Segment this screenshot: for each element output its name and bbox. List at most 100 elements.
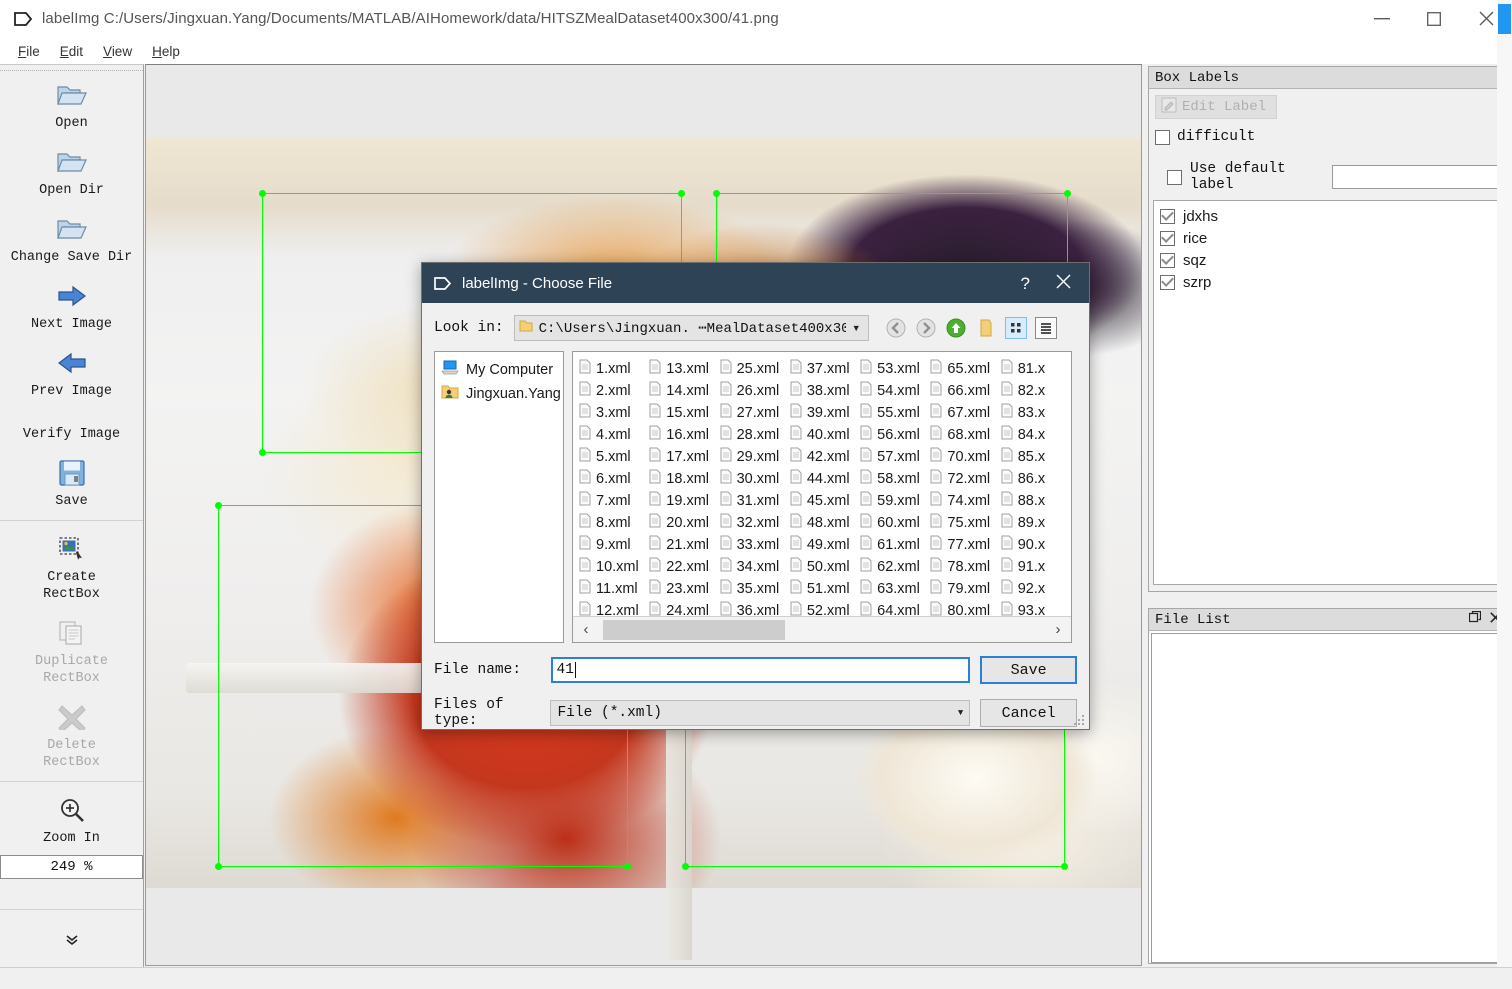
list-item[interactable]: 29.xml (720, 446, 790, 468)
bbox-handle-br[interactable] (1061, 863, 1068, 870)
up-arrow-icon[interactable] (945, 317, 967, 339)
list-item[interactable]: 4.xml (579, 424, 649, 446)
list-item[interactable]: 50.xml (790, 556, 860, 578)
use-default-label-checkbox[interactable] (1167, 169, 1182, 185)
list-item[interactable]: 57.xml (860, 446, 930, 468)
cancel-button[interactable]: Cancel (980, 699, 1077, 727)
list-item[interactable]: 25.xml (720, 358, 790, 380)
list-item[interactable]: 63.xml (860, 578, 930, 600)
detail-view-icon[interactable] (1034, 317, 1057, 339)
list-item[interactable]: 70.xml (930, 446, 1000, 468)
list-item[interactable]: 11.xml (579, 578, 649, 600)
list-item[interactable]: 42.xml (790, 446, 860, 468)
list-item[interactable]: 9.xml (579, 534, 649, 556)
list-item[interactable]: 22.xml (649, 556, 719, 578)
default-label-input[interactable] (1332, 165, 1507, 189)
bbox-rice[interactable] (682, 717, 1068, 870)
dialog-help-button[interactable]: ? (1021, 275, 1030, 292)
list-item[interactable]: 27.xml (720, 402, 790, 424)
list-item[interactable]: szrp (1154, 271, 1504, 293)
list-item[interactable]: 39.xml (790, 402, 860, 424)
list-item[interactable]: 21.xml (649, 534, 719, 556)
menu-file[interactable]: File (8, 42, 50, 61)
toolbar-open[interactable]: Open (0, 71, 143, 138)
label-checkbox[interactable] (1160, 252, 1175, 268)
list-item[interactable]: 10.xml (579, 556, 649, 578)
list-item[interactable]: 92.x (1001, 578, 1071, 600)
list-item[interactable]: 55.xml (860, 402, 930, 424)
save-button[interactable]: Save (980, 656, 1077, 684)
list-item[interactable]: 54.xml (860, 380, 930, 402)
toolbar-verify-image[interactable]: Verify Image (0, 406, 143, 449)
list-item[interactable]: 81.x (1001, 358, 1071, 380)
file-name-input[interactable]: 41 (550, 657, 971, 683)
scroll-right-arrow-icon[interactable]: › (1045, 621, 1071, 638)
file-browser-area[interactable]: 1.xml 2.xml 3.xml 4.xml 5.xml 6.xml 7.xm… (572, 351, 1072, 643)
list-item[interactable]: 67.xml (930, 402, 1000, 424)
toolbar-duplicate-rectbox[interactable]: Duplicate RectBox (0, 609, 143, 693)
bbox-handle-tr[interactable] (678, 190, 685, 197)
maximize-icon[interactable] (1408, 0, 1460, 38)
toolbar-open-dir[interactable]: Open Dir (0, 138, 143, 205)
look-in-combobox[interactable]: C:\Users\Jingxuan. ⋯MealDataset400x300 ▼ (513, 315, 869, 341)
list-item[interactable]: 91.x (1001, 556, 1071, 578)
toolbar-delete-rectbox[interactable]: Delete RectBox (0, 693, 143, 777)
list-item[interactable]: 59.xml (860, 490, 930, 512)
list-item[interactable]: jdxhs (1154, 205, 1504, 227)
hscroll-track[interactable] (599, 617, 1045, 643)
list-item[interactable]: 35.xml (720, 578, 790, 600)
list-item[interactable]: 58.xml (860, 468, 930, 490)
difficult-checkbox-row[interactable]: difficult (1149, 129, 1507, 145)
list-item[interactable]: 56.xml (860, 424, 930, 446)
list-item[interactable]: rice (1154, 227, 1504, 249)
list-item[interactable]: 88.x (1001, 490, 1071, 512)
scroll-left-arrow-icon[interactable]: ‹ (573, 621, 599, 638)
bbox-handle-tl[interactable] (713, 190, 720, 197)
list-item[interactable]: 7.xml (579, 490, 649, 512)
dialog-resize-grip[interactable] (1074, 714, 1086, 726)
list-item[interactable]: 19.xml (649, 490, 719, 512)
list-item[interactable]: 13.xml (649, 358, 719, 380)
label-list[interactable]: jdxhs rice sqz szrp (1153, 200, 1505, 585)
list-item[interactable]: 84.x (1001, 424, 1071, 446)
hscroll-thumb[interactable] (603, 619, 785, 640)
list-item[interactable]: 65.xml (930, 358, 1000, 380)
toolbar-zoom-in[interactable]: Zoom In (0, 786, 143, 853)
list-item[interactable]: 82.x (1001, 380, 1071, 402)
toolbar-change-save-dir[interactable]: Change Save Dir (0, 205, 143, 272)
list-item[interactable]: 44.xml (790, 468, 860, 490)
toolbar-next-image[interactable]: Next Image (0, 272, 143, 339)
zoom-level-spinbox[interactable]: 249 % (0, 855, 143, 879)
list-item[interactable]: sqz (1154, 249, 1504, 271)
bbox-handle-tr[interactable] (1064, 190, 1071, 197)
bbox-handle-br[interactable] (624, 863, 631, 870)
list-item[interactable]: 17.xml (649, 446, 719, 468)
list-item[interactable]: 38.xml (790, 380, 860, 402)
list-item[interactable]: 34.xml (720, 556, 790, 578)
list-item[interactable]: 51.xml (790, 578, 860, 600)
place-my-computer[interactable]: My Computer (441, 358, 563, 382)
menu-edit[interactable]: Edit (50, 42, 93, 61)
list-item[interactable]: 75.xml (930, 512, 1000, 534)
list-item[interactable]: 18.xml (649, 468, 719, 490)
menu-view[interactable]: View (93, 42, 142, 61)
list-item[interactable]: 85.x (1001, 446, 1071, 468)
bbox-handle-tl[interactable] (259, 190, 266, 197)
list-item[interactable]: 26.xml (720, 380, 790, 402)
label-checkbox[interactable] (1160, 230, 1175, 246)
float-window-icon[interactable] (1468, 610, 1482, 628)
dialog-close-icon[interactable] (1056, 274, 1071, 292)
list-item[interactable]: 89.x (1001, 512, 1071, 534)
bbox-handle-bl[interactable] (682, 863, 689, 870)
list-item[interactable]: 40.xml (790, 424, 860, 446)
bbox-handle-bl[interactable] (259, 449, 266, 456)
new-folder-icon[interactable] (975, 317, 997, 339)
list-item[interactable]: 30.xml (720, 468, 790, 490)
list-item[interactable]: 5.xml (579, 446, 649, 468)
list-item[interactable]: 68.xml (930, 424, 1000, 446)
list-item[interactable]: 1.xml (579, 358, 649, 380)
window-vertical-scrollbar[interactable] (1497, 0, 1512, 989)
difficult-checkbox[interactable] (1155, 129, 1170, 145)
list-item[interactable]: 32.xml (720, 512, 790, 534)
list-item[interactable]: 49.xml (790, 534, 860, 556)
